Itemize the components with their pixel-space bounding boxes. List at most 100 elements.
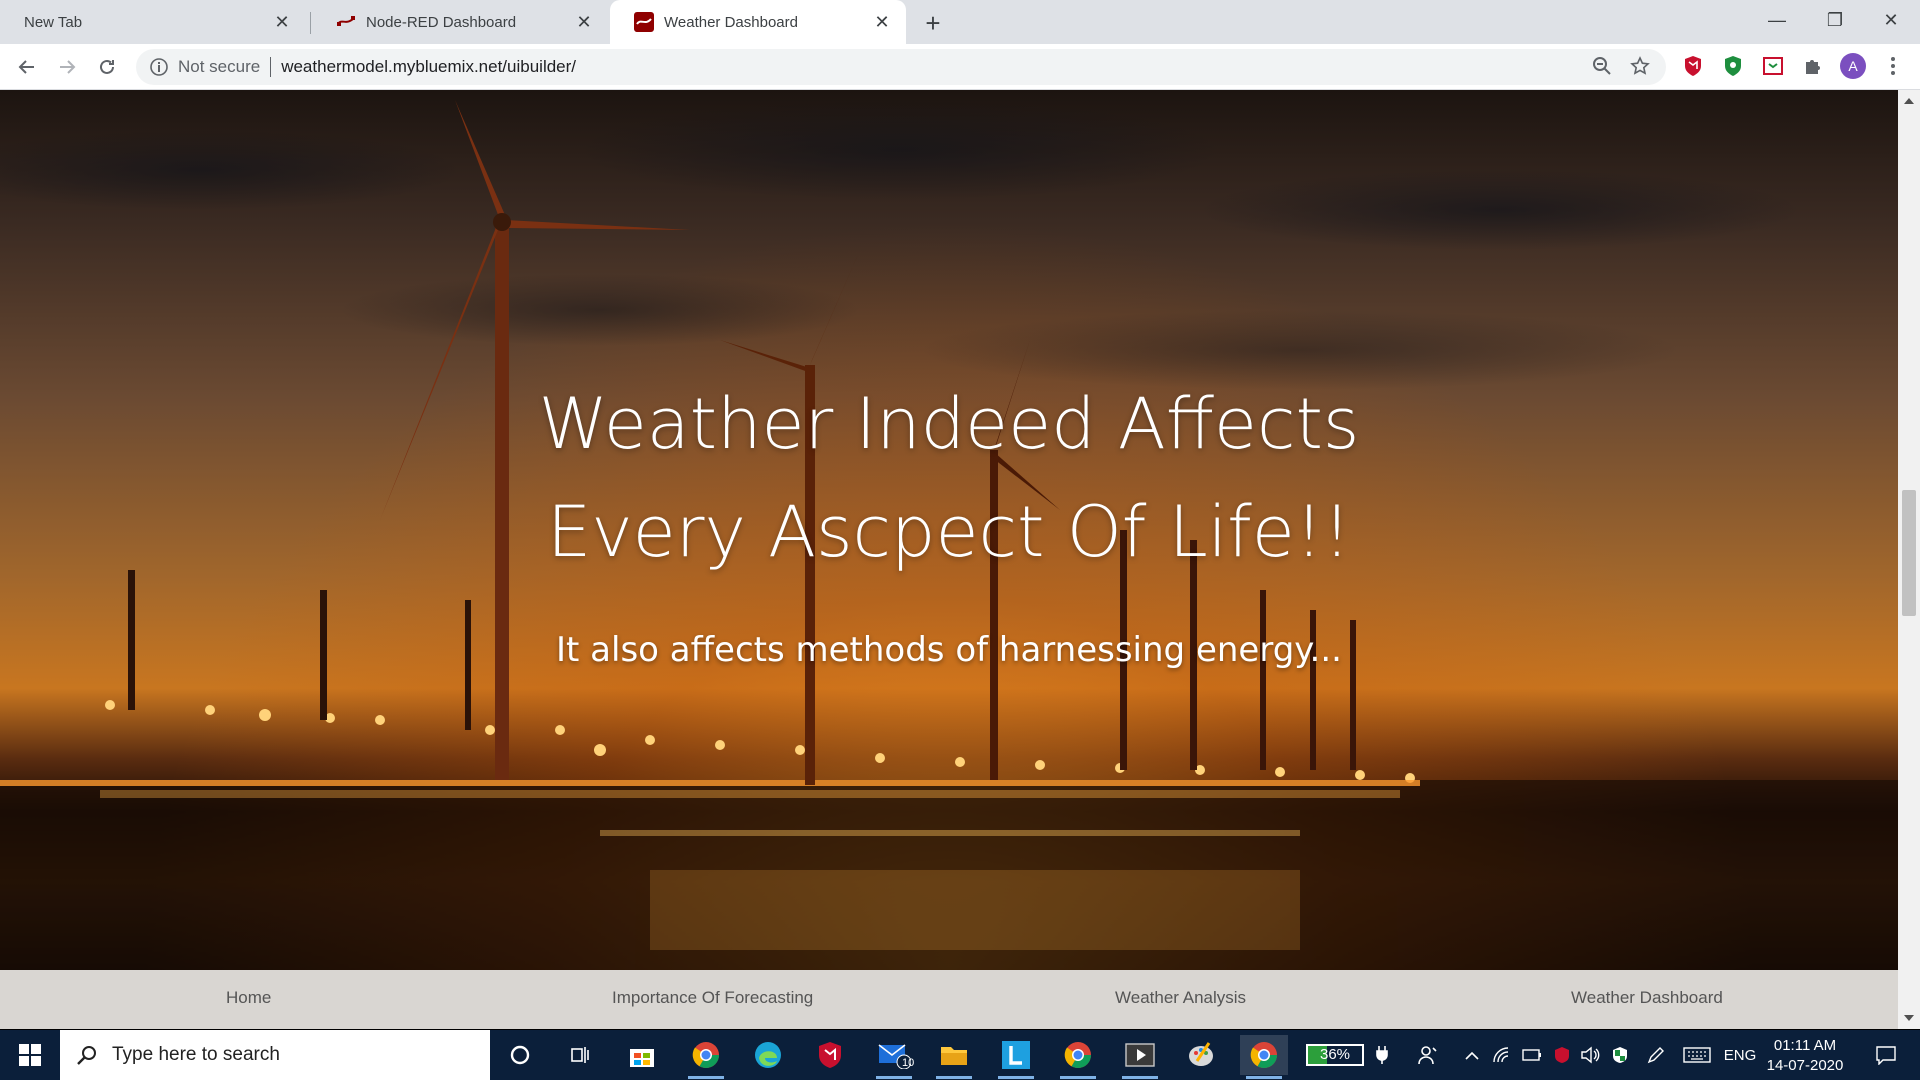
plug-icon[interactable]	[1374, 1030, 1390, 1080]
paint-icon	[1189, 1042, 1213, 1066]
edge-button[interactable]	[744, 1035, 792, 1075]
star-icon[interactable]	[1630, 56, 1650, 76]
nav-importance-of-forecasting[interactable]: Importance Of Forecasting	[612, 988, 813, 1008]
windows-taskbar: Type here to search 10 36% ENG 01:11 AM …	[0, 1030, 1920, 1080]
chrome-icon	[1250, 1042, 1278, 1069]
search-icon	[77, 1046, 96, 1065]
nav-weather-dashboard[interactable]: Weather Dashboard	[1571, 988, 1723, 1008]
notifications-icon[interactable]	[1866, 1030, 1906, 1080]
close-icon[interactable]: ✕	[872, 12, 892, 32]
file-explorer-icon	[941, 1047, 967, 1065]
mcafee-button[interactable]	[806, 1035, 854, 1075]
nav-home[interactable]: Home	[226, 988, 271, 1008]
mcafee-icon	[819, 1042, 841, 1068]
battery-indicator[interactable]: 36%	[1306, 1044, 1364, 1066]
clock[interactable]: 01:11 AM 14-07-2020	[1760, 1036, 1850, 1076]
bottom-nav-bar: Home Importance Of Forecasting Weather A…	[0, 970, 1898, 1029]
mcafee-shape	[1555, 1047, 1569, 1063]
pen-icon[interactable]	[1644, 1030, 1668, 1080]
defender-icon[interactable]	[1608, 1030, 1632, 1080]
restore-button[interactable]: ❐	[1806, 0, 1864, 40]
language-indicator[interactable]: ENG	[1722, 1030, 1758, 1080]
mail-badge: 10	[902, 1057, 915, 1069]
back-button[interactable]	[10, 50, 44, 84]
security-extension-icon[interactable]	[1720, 53, 1746, 79]
chrome-button-3[interactable]	[1240, 1035, 1288, 1079]
omnibox-divider	[270, 57, 272, 77]
chrome-button-2[interactable]	[1054, 1035, 1102, 1079]
reload-icon	[100, 59, 114, 74]
l-app-icon	[1002, 1041, 1030, 1069]
tab-new-tab[interactable]: New Tab ✕	[0, 0, 306, 44]
volume-icon[interactable]	[1578, 1030, 1602, 1080]
tab-strip: New Tab ✕ Node-RED Dashboard ✕ Weather D…	[0, 0, 1920, 44]
web-page: Weather Indeed Affects Every Ascpect Of …	[0, 90, 1898, 1029]
node-red-icon	[337, 16, 355, 26]
battery-tray-icon[interactable]	[1520, 1030, 1544, 1080]
file-explorer-button[interactable]	[930, 1035, 978, 1079]
shield-icon	[1685, 56, 1701, 76]
tab-weather-dashboard[interactable]: Weather Dashboard ✕	[610, 0, 906, 44]
cortana-button[interactable]	[496, 1035, 544, 1075]
pen-shape	[1647, 1047, 1664, 1064]
tab-title: Weather Dashboard	[664, 13, 798, 31]
store-button[interactable]	[618, 1035, 666, 1075]
l-app-button[interactable]	[992, 1035, 1040, 1079]
security-label[interactable]: Not secure	[178, 57, 260, 77]
webadvisor-icon	[1763, 57, 1783, 75]
task-view-button[interactable]	[556, 1035, 604, 1075]
hero-title: Weather Indeed Affects Every Ascpect Of …	[0, 370, 1898, 586]
scroll-down-arrow[interactable]	[1904, 1015, 1914, 1021]
info-icon[interactable]	[148, 56, 170, 78]
address-bar[interactable]: Not secure weathermodel.mybluemix.net/ui…	[136, 49, 1666, 85]
scroll-thumb[interactable]	[1902, 490, 1916, 616]
mcafee-webadvisor-icon[interactable]	[1760, 53, 1786, 79]
keyboard-shape	[1683, 1047, 1711, 1063]
nav-weather-analysis[interactable]: Weather Analysis	[1115, 988, 1246, 1008]
battery-shape	[1522, 1049, 1541, 1061]
task-view-icon	[571, 1047, 589, 1063]
chrome-button[interactable]	[682, 1035, 730, 1079]
media-player-button[interactable]	[1116, 1035, 1164, 1079]
extensions-button[interactable]	[1800, 53, 1826, 79]
close-icon[interactable]: ✕	[272, 12, 292, 32]
tab-node-red-dashboard[interactable]: Node-RED Dashboard ✕	[312, 0, 608, 44]
wifi-icon[interactable]	[1490, 1030, 1514, 1080]
plug-shape	[1376, 1046, 1388, 1064]
mcafee-tray-icon[interactable]	[1550, 1030, 1574, 1080]
chevron-up-icon[interactable]	[1460, 1030, 1484, 1080]
minimize-button[interactable]: —	[1748, 0, 1806, 40]
forward-button[interactable]	[50, 50, 84, 84]
start-button[interactable]	[0, 1030, 60, 1080]
search-placeholder: Type here to search	[112, 1044, 280, 1065]
hero-banner: Weather Indeed Affects Every Ascpect Of …	[0, 90, 1898, 970]
chrome-icon	[1064, 1042, 1092, 1069]
taskbar-search[interactable]: Type here to search	[60, 1030, 490, 1080]
clock-time: 01:11 AM	[1773, 1037, 1837, 1054]
close-window-button[interactable]: ✕	[1862, 0, 1920, 40]
kebab-menu-icon	[1891, 57, 1895, 75]
vertical-scrollbar[interactable]	[1898, 90, 1920, 1029]
url-text[interactable]: weathermodel.mybluemix.net/uibuilder/	[281, 57, 576, 77]
tab-title: New Tab	[24, 13, 83, 31]
new-tab-button[interactable]: +	[918, 8, 948, 38]
green-shield-icon	[1725, 56, 1741, 76]
paint-button[interactable]	[1178, 1035, 1226, 1075]
scroll-up-arrow[interactable]	[1904, 98, 1914, 104]
profile-button[interactable]: A	[1840, 53, 1866, 79]
wifi-shape	[1493, 1047, 1509, 1063]
chevron-shape	[1465, 1051, 1479, 1060]
people-shape	[1418, 1046, 1437, 1065]
keyboard-icon[interactable]	[1680, 1030, 1714, 1080]
zoom-icon[interactable]	[1592, 56, 1612, 76]
defender-shape	[1613, 1047, 1627, 1063]
mcafee-extension-icon[interactable]	[1680, 53, 1706, 79]
node-red-icon	[634, 12, 654, 32]
close-icon[interactable]: ✕	[574, 12, 594, 32]
menu-button[interactable]	[1880, 53, 1906, 79]
mail-button[interactable]: 10	[870, 1035, 918, 1079]
reload-button[interactable]	[90, 50, 124, 84]
arrow-left-icon	[18, 60, 34, 74]
hero-title-line: Every Ascpect Of Life!!	[547, 491, 1351, 573]
people-icon[interactable]	[1412, 1030, 1444, 1080]
